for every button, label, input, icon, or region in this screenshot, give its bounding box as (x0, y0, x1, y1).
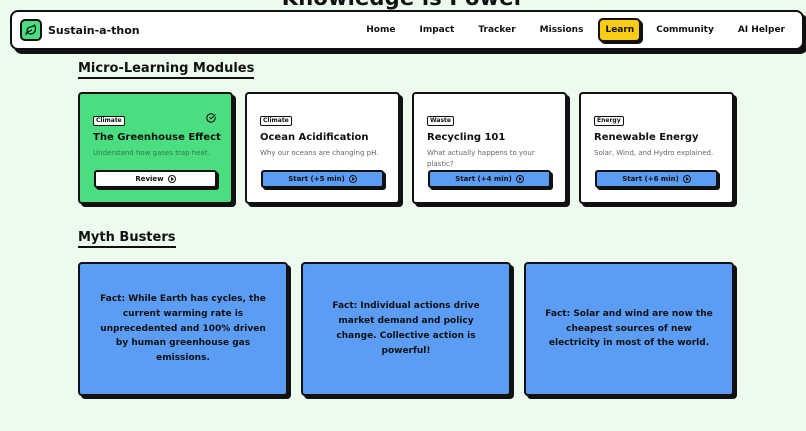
brand-name[interactable]: Sustain-a-thon (48, 24, 140, 37)
start-button[interactable]: Start (+6 min) (595, 170, 718, 188)
nav-link-ai-helper[interactable]: AI Helper (729, 18, 794, 42)
module-title: Ocean Acidification (260, 132, 369, 143)
module-description: Why our oceans are changing pH. (260, 149, 379, 157)
start-button[interactable]: Start (+5 min) (261, 170, 384, 188)
module-description: Understand how gases trap heat. (93, 149, 210, 157)
module-tag: Climate (93, 115, 125, 126)
myth-card[interactable]: Fact: Solar and wind are now the cheapes… (524, 262, 734, 396)
myth-fact-text: Fact: While Earth has cycles, the curren… (100, 293, 266, 364)
nav-link-learn[interactable]: Learn (598, 18, 642, 42)
myth-fact-text: Fact: Solar and wind are now the cheapes… (545, 308, 713, 349)
module-tag: Climate (260, 115, 292, 126)
play-circle-icon (682, 175, 691, 183)
module-title: The Greenhouse Effect (93, 132, 221, 143)
nav-link-tracker[interactable]: Tracker (469, 18, 524, 42)
module-description: What actually happens to your plastic? (427, 149, 535, 168)
myth-card[interactable]: Fact: Individual actions drive market de… (301, 262, 511, 396)
nav-link-home[interactable]: Home (357, 18, 404, 42)
myths-section-title: Myth Busters (78, 230, 176, 248)
nav-link-missions[interactable]: Missions (531, 18, 593, 42)
myth-card[interactable]: Fact: While Earth has cycles, the curren… (78, 262, 288, 396)
button-label: Start (+6 min) (622, 175, 679, 183)
myth-fact-text: Fact: Individual actions drive market de… (332, 301, 480, 356)
check-circle-icon (206, 108, 216, 127)
page-hero-title: Knowledge is Power (0, 0, 806, 10)
button-label: Start (+5 min) (288, 175, 345, 183)
modules-section-title: Micro-Learning Modules (78, 61, 255, 79)
nav-link-impact[interactable]: Impact (410, 18, 463, 42)
module-description: Solar, Wind, and Hydro explained. (594, 149, 714, 157)
play-circle-icon (348, 175, 357, 183)
nav-link-community[interactable]: Community (647, 18, 723, 42)
play-circle-icon (515, 175, 524, 183)
module-card-recycling: Waste Recycling 101 What actually happen… (412, 92, 567, 204)
module-tag: Waste (427, 115, 454, 126)
module-tag: Energy (594, 115, 624, 126)
review-button[interactable]: Review (94, 170, 217, 188)
nav-links: Home Impact Tracker Missions Learn Commu… (357, 18, 794, 42)
start-button[interactable]: Start (+4 min) (428, 170, 551, 188)
module-card-greenhouse: Climate The Greenhouse Effect Understand… (78, 92, 233, 204)
module-title: Recycling 101 (427, 132, 506, 143)
leaf-icon[interactable] (20, 19, 42, 41)
button-label: Start (+4 min) (455, 175, 512, 183)
play-circle-icon (167, 175, 176, 183)
module-title: Renewable Energy (594, 132, 699, 143)
module-card-renewable-energy: Energy Renewable Energy Solar, Wind, and… (579, 92, 734, 204)
button-label: Review (135, 175, 164, 183)
module-card-ocean-acidification: Climate Ocean Acidification Why our ocea… (245, 92, 400, 204)
top-navbar: Sustain-a-thon Home Impact Tracker Missi… (10, 10, 804, 50)
